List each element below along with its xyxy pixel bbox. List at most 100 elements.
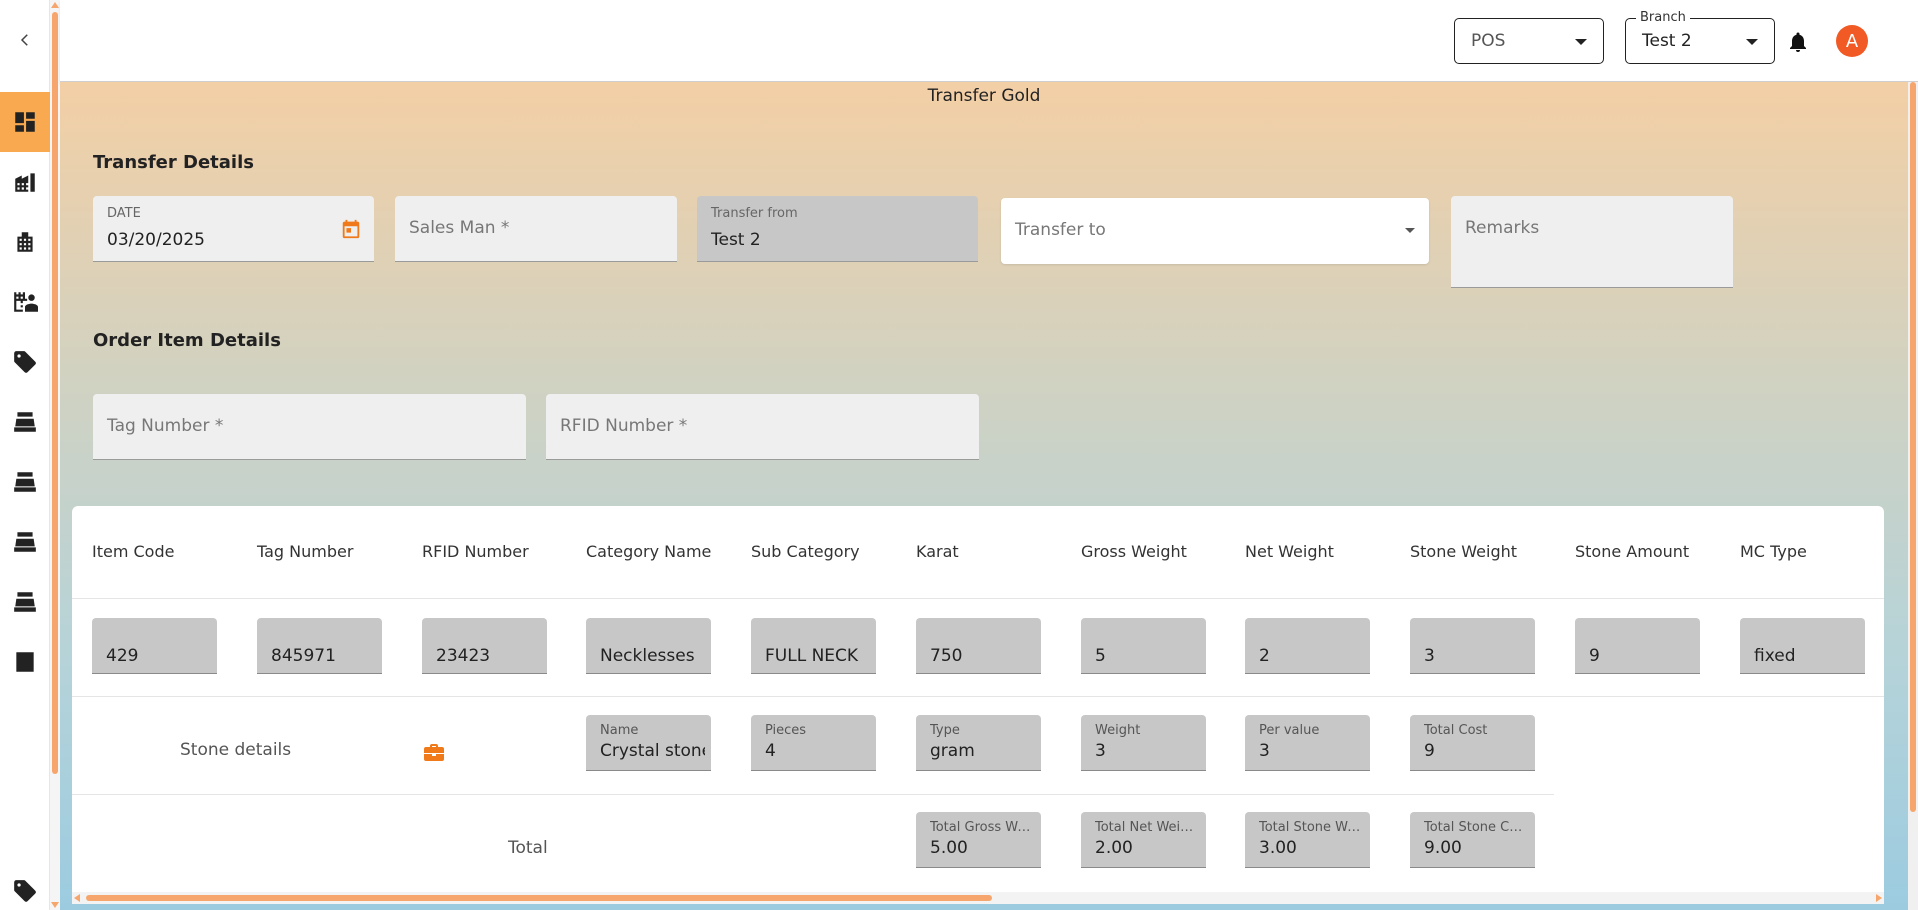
table-horizontal-scrollbar[interactable]	[72, 892, 1884, 904]
calendar-icon[interactable]	[340, 218, 362, 240]
column-header: Gross Weight	[1081, 542, 1187, 561]
transfer-from-value: Test 2	[711, 230, 761, 250]
cell-value: Necklesses	[600, 646, 695, 666]
chevron-left-icon	[20, 34, 28, 46]
transfer-to-select[interactable]: Transfer to	[1001, 198, 1429, 264]
stone-pieces-field: Pieces 4	[751, 715, 876, 771]
branch-select[interactable]: Branch Test 2	[1625, 10, 1775, 64]
rfid-number-placeholder: RFID Number *	[560, 416, 688, 436]
bell-icon[interactable]	[1786, 30, 1810, 54]
remarks-textarea[interactable]: Remarks	[1451, 196, 1733, 288]
field-label: Total Net Weight	[1095, 820, 1200, 835]
dropdown-caret-icon	[1575, 39, 1587, 45]
column-header: RFID Number	[422, 542, 529, 561]
tag-icon	[14, 880, 36, 902]
field-value: 2.00	[1095, 838, 1133, 858]
dropdown-caret-icon	[1746, 39, 1758, 45]
stone-total-cost-field: Total Cost 9	[1410, 715, 1535, 771]
sales-man-placeholder: Sales Man *	[409, 218, 510, 238]
scrollbar-thumb[interactable]	[86, 895, 992, 901]
field-value: 3.00	[1259, 838, 1297, 858]
stone-type-field: Type gram	[916, 715, 1041, 771]
page-scrollbar[interactable]	[1908, 82, 1918, 910]
field-value: 3	[1095, 741, 1106, 761]
transfer-to-placeholder: Transfer to	[1015, 220, 1106, 240]
scrollbar-thumb[interactable]	[1910, 82, 1916, 812]
stone-weight-field: Weight 3	[1081, 715, 1206, 771]
sales-man-input[interactable]: Sales Man *	[395, 196, 677, 262]
collapse-sidebar-button[interactable]	[0, 10, 50, 70]
field-label: Total Gross Weight	[930, 820, 1035, 835]
field-value: 3	[1259, 741, 1270, 761]
column-header: Karat	[916, 542, 959, 561]
transfer-from-field: Transfer from Test 2	[697, 196, 978, 262]
stone-name-field: Name Crystal stone	[586, 715, 711, 771]
tag-number-input[interactable]: Tag Number *	[93, 394, 526, 460]
total-stone-cost-field: Total Stone Cost 9.00	[1410, 812, 1535, 868]
scroll-left-arrow-icon[interactable]	[74, 894, 80, 902]
cell-value: 845971	[271, 646, 336, 666]
sidebar-item-receipts[interactable]	[0, 632, 50, 692]
branch-select-value: Test 2	[1642, 31, 1692, 51]
sidebar-scrollbar[interactable]	[50, 0, 60, 910]
sidebar-item-pos-4[interactable]	[0, 572, 50, 632]
sidebar-item-pos-1[interactable]	[0, 392, 50, 452]
avatar[interactable]: A	[1836, 25, 1868, 57]
branch-select-label: Branch	[1636, 10, 1690, 25]
tag-icon	[14, 351, 36, 373]
sidebar-item-branch-users[interactable]	[0, 272, 50, 332]
sidebar-item-tags[interactable]	[0, 332, 50, 392]
mc-type-cell: fixed	[1740, 618, 1865, 674]
stone-amount-cell: 9	[1575, 618, 1700, 674]
total-net-weight-field: Total Net Weight 2.00	[1081, 812, 1206, 868]
cell-value: FULL NECK	[765, 646, 859, 666]
mode-select[interactable]: POS	[1454, 18, 1604, 64]
receipt-icon	[16, 652, 34, 672]
sidebar-item-tags-bottom[interactable]	[0, 872, 50, 910]
sidebar	[0, 0, 50, 910]
tag-number-placeholder: Tag Number *	[107, 416, 224, 436]
sidebar-item-pos-2[interactable]	[0, 452, 50, 512]
date-label: DATE	[107, 206, 141, 221]
sidebar-item-building-2[interactable]	[0, 212, 50, 272]
scroll-up-arrow-icon[interactable]	[51, 2, 59, 8]
item-code-cell: 429	[92, 618, 217, 674]
sidebar-item-pos-3[interactable]	[0, 512, 50, 572]
date-field[interactable]: DATE 03/20/2025	[93, 196, 374, 262]
field-value: 4	[765, 741, 776, 761]
field-label: Pieces	[765, 723, 807, 738]
dashboard-icon	[15, 112, 35, 132]
stone-weight-cell: 3	[1410, 618, 1535, 674]
rfid-number-cell: 23423	[422, 618, 547, 674]
scrollbar-thumb[interactable]	[52, 12, 58, 774]
column-header: MC Type	[1740, 542, 1807, 561]
briefcase-icon[interactable]	[422, 740, 446, 764]
gross-weight-cell: 5	[1081, 618, 1206, 674]
divider	[72, 794, 1554, 795]
sidebar-item-building-1[interactable]	[0, 152, 50, 212]
cell-value: fixed	[1754, 646, 1796, 666]
transfer-details-title: Transfer Details	[93, 152, 254, 173]
main-content: Transfer Gold Transfer Details DATE 03/2…	[60, 82, 1908, 910]
building-icon	[17, 232, 33, 252]
category-name-cell: Necklesses	[586, 618, 711, 674]
scroll-down-arrow-icon[interactable]	[51, 902, 59, 908]
stone-details-label: Stone details	[180, 740, 292, 760]
column-header: Sub Category	[751, 542, 860, 561]
karat-cell: 750	[916, 618, 1041, 674]
sub-category-cell: FULL NECK	[751, 618, 876, 674]
tag-number-cell: 845971	[257, 618, 382, 674]
cash-register-icon	[14, 472, 36, 492]
field-label: Total Stone Weight	[1259, 820, 1364, 835]
rfid-number-input[interactable]: RFID Number *	[546, 394, 979, 460]
cash-register-icon	[14, 592, 36, 612]
field-label: Total Cost	[1424, 723, 1488, 738]
sidebar-item-dashboard[interactable]	[0, 92, 50, 152]
stone-per-value-field: Per value 3	[1245, 715, 1370, 771]
field-label: Total Stone Cost	[1424, 820, 1529, 835]
top-bar: POS Branch Test 2 A	[60, 0, 1918, 82]
column-header: Net Weight	[1245, 542, 1334, 561]
scroll-right-arrow-icon[interactable]	[1876, 894, 1882, 902]
mode-select-value: POS	[1471, 31, 1506, 51]
remarks-placeholder: Remarks	[1465, 218, 1540, 238]
